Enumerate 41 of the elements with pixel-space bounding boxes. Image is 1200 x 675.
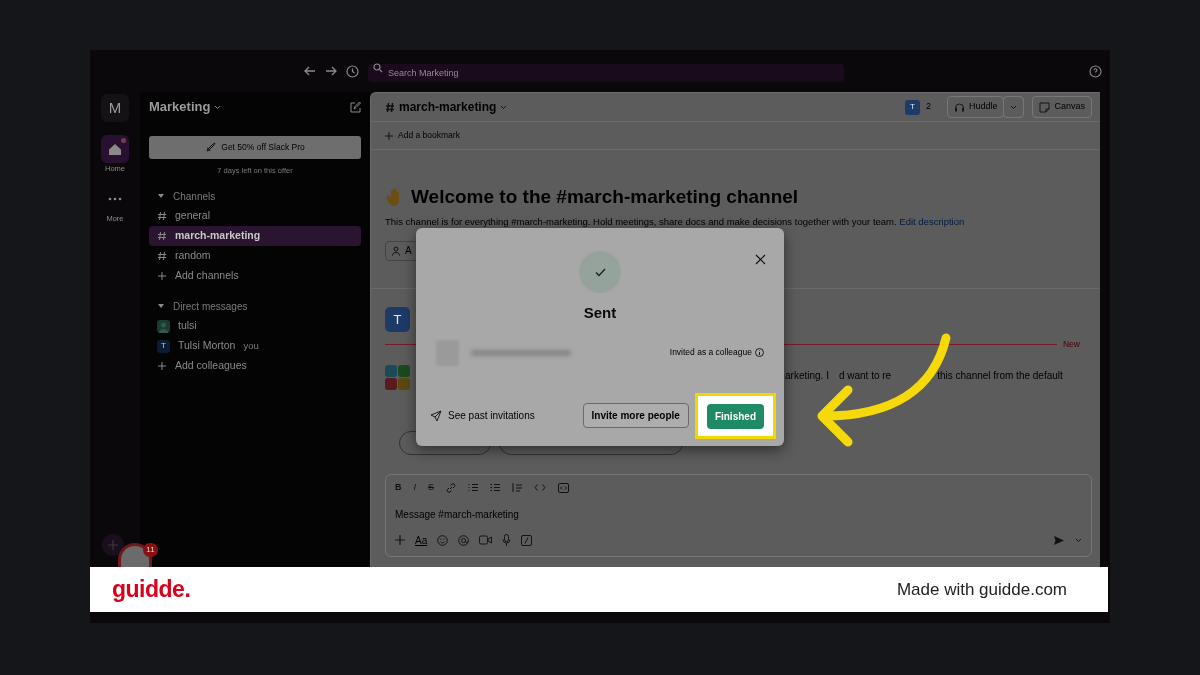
- invite-more-button[interactable]: Invite more people: [582, 403, 689, 428]
- section-title[interactable]: Channels: [173, 188, 216, 204]
- welcome-title: Welcome to the #march-marketing channel: [411, 185, 799, 209]
- new-divider-label: New: [1063, 337, 1081, 351]
- message-text: arketing. I: [785, 368, 829, 383]
- text-format-button[interactable]: Aa: [415, 532, 428, 548]
- message-text: this channel from the default: [937, 368, 1063, 383]
- message-input[interactable]: Message #march-marketing: [395, 506, 1082, 522]
- member-avatar[interactable]: T: [904, 99, 920, 115]
- credit-text: Made with guidde.com: [896, 578, 1067, 601]
- user-avatar[interactable]: T: [385, 306, 410, 332]
- user-avatar: T: [157, 339, 170, 353]
- format-button[interactable]: B: [395, 481, 402, 495]
- sidebar-item[interactable]: Add colleagues: [149, 356, 361, 377]
- sidebar-item[interactable]: march-marketing: [149, 226, 361, 247]
- finish-button[interactable]: Finished: [706, 403, 764, 429]
- workspace-icon[interactable]: M: [101, 94, 129, 122]
- sidebar-item[interactable]: Add channels: [149, 266, 361, 287]
- workspace-name[interactable]: Marketing: [149, 97, 211, 117]
- message-text: d want to re: [838, 368, 892, 383]
- sidebar-item[interactable]: tulsi: [149, 316, 361, 337]
- bookmark-link[interactable]: Add a bookmark: [398, 129, 460, 142]
- promo-button[interactable]: Get 50% off Slack Pro: [149, 136, 361, 159]
- channel-title[interactable]: march-marketing: [399, 98, 497, 116]
- format-button[interactable]: I: [413, 481, 416, 495]
- message-composer[interactable]: B I S Message #march-marketing Aa: [385, 474, 1092, 557]
- member-count[interactable]: 2: [925, 100, 931, 114]
- brand-logo: guidde.: [112, 575, 191, 605]
- invite-role-text: Invited as a colleague: [669, 346, 752, 359]
- search-field[interactable]: Search Marketing: [368, 64, 844, 82]
- dialog-title: Sent: [582, 303, 618, 323]
- sidebar-item[interactable]: T Tulsi Morton you: [149, 336, 361, 357]
- format-button[interactable]: S: [428, 481, 435, 495]
- section-title[interactable]: Direct messages: [173, 298, 248, 314]
- edit-description-link[interactable]: Edit description: [899, 215, 965, 227]
- channel-description: This channel is for everything #march-marketing. Hold meetings, share docs and make decisions together with your team. Edit description: [385, 214, 966, 229]
- past-invitations-link[interactable]: See past invitations: [430, 408, 535, 423]
- you-label: you: [243, 339, 259, 354]
- sidebar-item[interactable]: random: [149, 246, 361, 267]
- canvas-button[interactable]: Canvas: [1032, 96, 1092, 118]
- sidebar-item[interactable]: general: [149, 206, 361, 227]
